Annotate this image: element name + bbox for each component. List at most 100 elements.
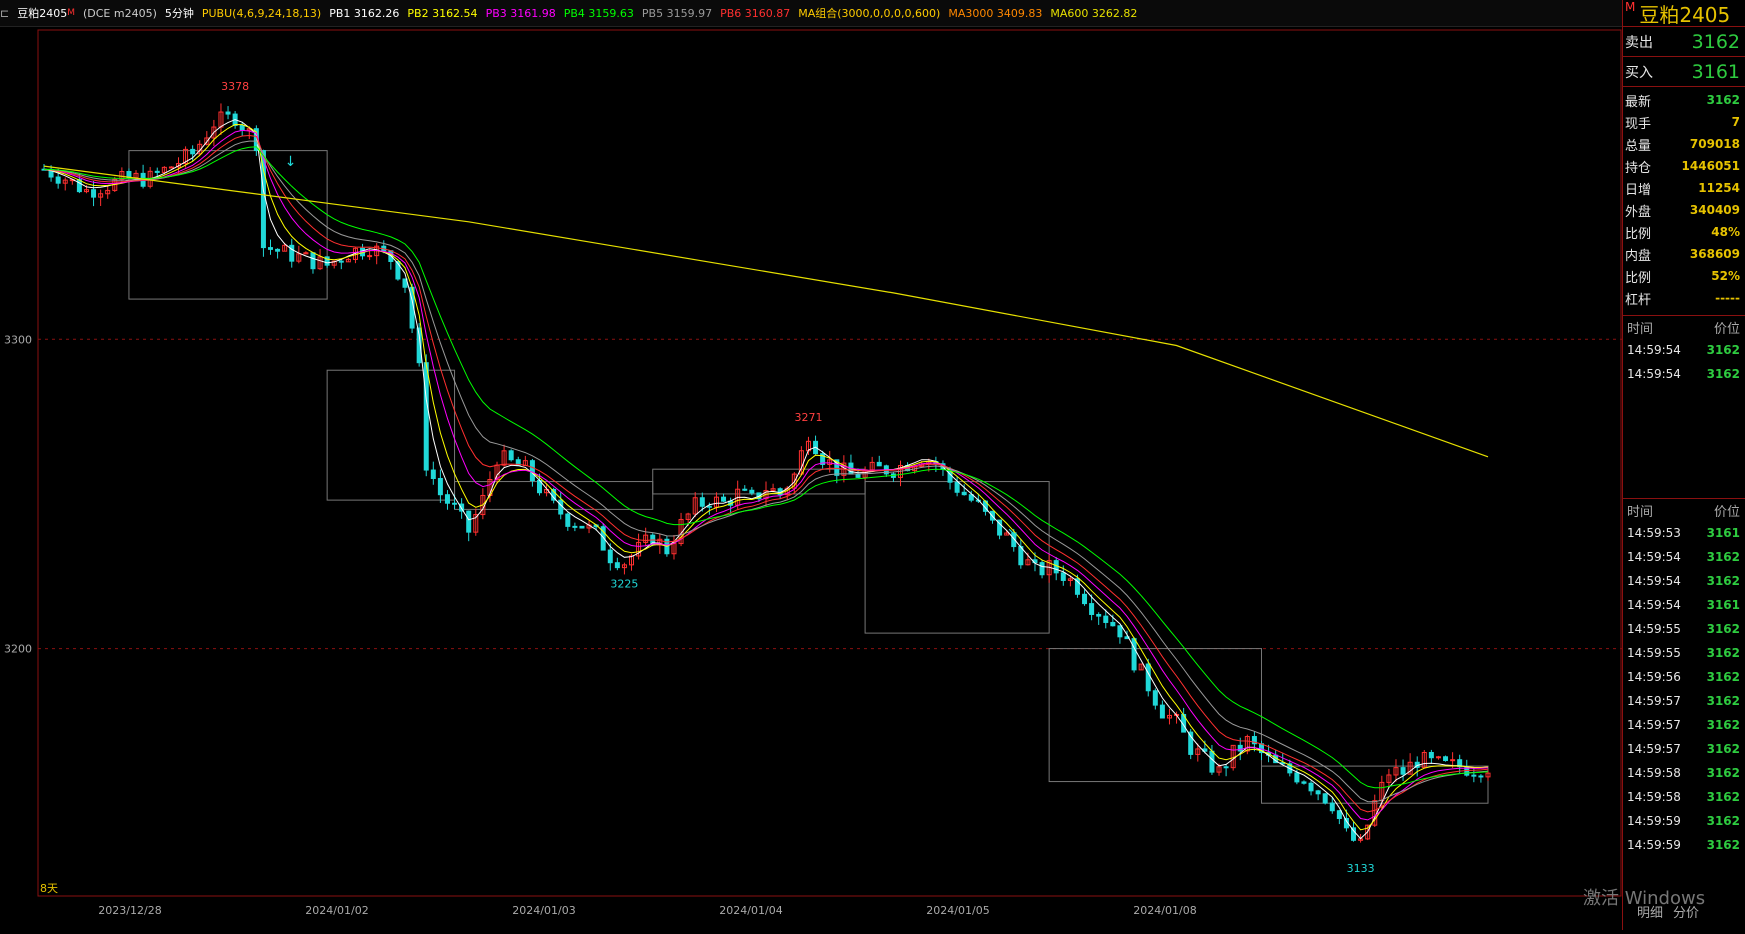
sell-price: 3162 [1691,30,1740,53]
tick-time: 14:59:58 [1627,766,1681,780]
tick-row: 14:59:56 3162 [1623,665,1745,689]
price-chart-svg[interactable]: 3300 3200 2023/12/28 2024/01/02 2024/01/03 20… [0,26,1622,930]
symbol-code: (DCE m2405) [82,6,157,20]
candle-body [508,450,514,461]
candle-body [1478,775,1484,778]
stat-row: 内盘 368609 [1623,243,1745,265]
signal-arrow-icon: ↓ [285,154,297,170]
stats-list: 最新 3162 现手 7 总量 709018 持仓 1446051 日增 11254 外盘 34040… [1623,87,1745,309]
buy-label: 买入 [1625,64,1653,81]
stat-value: 52% [1711,269,1740,283]
tick-price: 3162 [1706,742,1740,756]
pb3-line [43,129,1489,821]
tick-time: 14:59:57 [1627,718,1681,732]
stat-row: 比例 48% [1623,221,1745,243]
tick-price: 3162 [1706,367,1740,381]
kline-chart[interactable]: 3300 3200 2023/12/28 2024/01/02 2024/01/03 20… [0,26,1622,930]
x-tick-label: 2024/01/08 [1133,904,1196,917]
tick-list-2[interactable]: 14:59:53 3161 14:59:54 3162 14:59:54 3162 14:5… [1623,521,1745,857]
stat-value: 1446051 [1681,159,1740,173]
sell-label: 卖出 [1625,34,1653,51]
extreme-label: 3133 [1347,862,1375,875]
candle-body [742,488,748,491]
legend-pb2: PB2 3162.54 [407,6,478,20]
pb2-line [43,123,1489,831]
candle-body [310,252,316,270]
legend-pb3: PB3 3161.98 [485,6,556,20]
tick-time: 14:59:54 [1627,343,1681,357]
candle-body [961,491,967,496]
candle-body [430,469,436,479]
candle-body [1301,781,1307,784]
sell-row: 卖出 3162 [1623,27,1745,57]
candle-body [190,148,196,155]
tick-row: 14:59:57 3162 [1623,689,1745,713]
candle-body [168,166,174,169]
tick-time: 14:59:58 [1627,790,1681,804]
stat-label: 内盘 [1625,248,1652,264]
candle-body [1223,766,1229,769]
period-selector[interactable]: 5分钟 [165,5,194,21]
menu-icon[interactable]: ⊏ [0,7,9,20]
pb4-line [43,146,1489,789]
x-tick-label: 2024/01/03 [512,904,575,917]
candle-body [1039,562,1045,576]
candle-body [954,481,960,493]
stat-row: 持仓 1446051 [1623,155,1745,177]
candle-body [1308,782,1314,792]
candle-body [614,562,620,569]
tick-price: 3162 [1706,790,1740,804]
candle-body [1209,750,1215,773]
candle-body [1152,690,1158,706]
extreme-label: 3271 [794,411,822,424]
pb5-line [43,140,1489,803]
stat-label: 杠杆 [1625,292,1652,308]
candle-body [558,499,564,515]
x-tick-label: 2023/12/28 [98,904,161,917]
panel-symbol: 豆粕2405 [1639,2,1731,27]
quote-panel: M 豆粕2405 卖出 3162 买入 3161 最新 3162 现手 7 总量 7090… [1622,0,1745,930]
candle-body [1089,603,1095,615]
candle-body [1110,621,1116,627]
legend-ma3000: MA3000 3409.83 [948,6,1043,20]
legend-pb1: PB1 3162.26 [329,6,400,20]
stat-row: 外盘 340409 [1623,199,1745,221]
tick-price: 3161 [1706,526,1740,540]
candle-body [452,502,458,505]
tick-time: 14:59:57 [1627,742,1681,756]
candle-body [1096,613,1102,617]
tick-price: 3162 [1706,670,1740,684]
trend-box [652,468,866,495]
stat-value: 3162 [1706,93,1740,107]
tick-price: 3162 [1706,718,1740,732]
windows-watermark: 激活 Windows [1583,888,1706,909]
candle-body [1400,767,1406,775]
tick-price: 3162 [1706,838,1740,852]
candle-body [1351,827,1357,841]
candle-body [437,477,443,496]
symbol-name[interactable]: 豆粕2405 [17,5,67,21]
candle-body [876,461,882,467]
candle-body [275,248,281,252]
range-label: 8天 [40,882,58,895]
tick-list-1[interactable]: 14:59:54 3162 14:59:54 3162 [1623,338,1745,498]
legend-pb4: PB4 3159.63 [563,6,634,20]
tick-header-1: 时间 价位 [1623,315,1745,338]
tick-row: 14:59:57 3162 [1623,713,1745,737]
stat-label: 持仓 [1625,160,1652,176]
candle-body [423,362,429,471]
candle-body [1237,744,1243,752]
chart-header: ⊏ 豆粕2405 M (DCE m2405) 5分钟 PUBU(4,6,9,24… [0,0,1622,27]
stat-value: 368609 [1689,247,1740,261]
stat-value: 11254 [1698,181,1740,195]
main-contract-flag: M [67,8,75,18]
y-tick-label: 3200 [4,643,32,656]
main-contract-flag: M [1625,0,1636,14]
tick-row: 14:59:53 3161 [1623,521,1745,545]
candle-body [855,473,861,478]
candle-body [529,460,535,482]
candle-body [338,260,344,263]
candle-body [1336,810,1342,819]
candle-body [55,176,61,184]
candle-body [706,505,712,508]
